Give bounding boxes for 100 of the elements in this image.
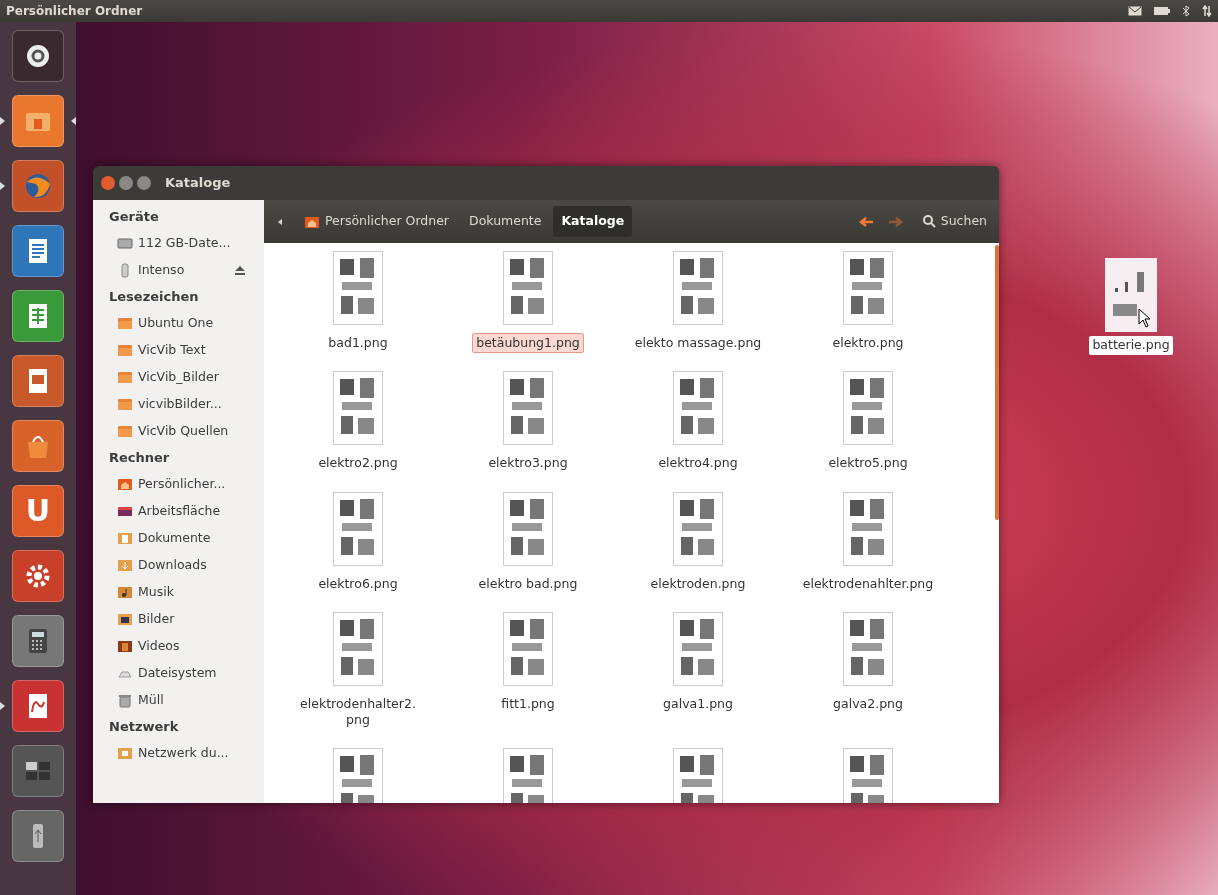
file-item[interactable]: elektro bad.png — [443, 491, 613, 594]
file-name: galva2.png — [832, 694, 904, 713]
sidebar-item[interactable]: Dokumente — [109, 525, 264, 552]
running-indicator-icon — [0, 182, 5, 190]
sidebar-item[interactable]: Downloads — [109, 552, 264, 579]
file-name: elektro5.png — [827, 454, 909, 473]
file-name: elektroden.png — [649, 574, 747, 593]
launcher-button[interactable] — [12, 550, 64, 602]
file-name: elekto massage.png — [633, 334, 763, 352]
music-folder-icon — [117, 585, 133, 600]
file-item[interactable]: elektrodenahlter.png — [783, 491, 953, 594]
logo-icon — [24, 42, 52, 70]
videos-folder-icon — [117, 639, 133, 654]
file-name: batterie.png — [1089, 336, 1173, 355]
launcher-button[interactable] — [12, 680, 64, 732]
sidebar-item[interactable]: Netzwerk du... — [109, 740, 264, 767]
breadcrumb-button[interactable]: Persönlicher Ordner — [296, 206, 457, 237]
folder-icon — [117, 343, 133, 358]
window-title: Kataloge — [165, 174, 231, 193]
file-name: elektrodenahlter.png — [801, 574, 935, 593]
search-button[interactable]: Suchen — [914, 206, 995, 237]
folder-icon — [117, 397, 133, 412]
file-item[interactable]: elekto massage.png — [613, 251, 783, 354]
downloads-folder-icon — [117, 558, 133, 573]
mail-icon[interactable] — [1128, 6, 1142, 16]
sidebar-item[interactable]: VicVib_Bilder — [109, 364, 264, 391]
file-item[interactable]: elektro5.png — [783, 371, 953, 474]
running-indicator-icon — [0, 702, 5, 710]
file-name: elektrodenhalter2.png — [299, 694, 417, 729]
file-item[interactable]: galva2.png — [783, 611, 953, 714]
file-item[interactable]: galva1.png — [613, 611, 783, 714]
sidebar-item[interactable]: Videos — [109, 633, 264, 660]
file-name: betäubung1.png — [472, 333, 584, 354]
scroll-left-icon[interactable] — [276, 217, 284, 226]
drive-icon — [117, 236, 133, 251]
sidebar-heading: Lesezeichen — [109, 288, 200, 307]
file-item[interactable]: elektroden.png — [613, 491, 783, 594]
home-folder-icon — [117, 477, 133, 492]
documents-folder-icon — [117, 531, 133, 546]
mouse-cursor-icon — [1138, 308, 1152, 328]
file-item[interactable]: elektro2.png — [273, 371, 443, 474]
sidebar-item[interactable]: Dateisystem — [109, 660, 264, 687]
eject-icon[interactable] — [234, 265, 246, 276]
desktop-folder-icon — [117, 504, 133, 519]
sidebar-heading: Netzwerk — [109, 718, 180, 737]
file-name: elektro6.png — [317, 574, 399, 593]
sidebar-item[interactable]: Intenso — [109, 257, 264, 284]
sidebar-item[interactable]: 112 GB-Date... — [109, 230, 264, 257]
network-folder-icon — [117, 746, 133, 761]
sidebar-heading: Geräte — [109, 208, 160, 227]
gear-icon — [24, 562, 52, 590]
file-name: fitt1.png — [500, 694, 556, 713]
scrollbar[interactable] — [995, 245, 999, 520]
launcher-button[interactable] — [12, 30, 64, 82]
close-button[interactable] — [101, 176, 115, 190]
running-indicator-icon — [0, 117, 5, 125]
sidebar-item[interactable]: VicVib Quellen — [109, 418, 264, 445]
search-icon — [922, 215, 936, 228]
home-folder-icon — [304, 214, 320, 229]
file-name: elektro4.png — [657, 454, 739, 473]
folder-icon — [117, 370, 133, 385]
file-item[interactable]: elektrodenhalter2.png — [273, 611, 443, 731]
file-item[interactable]: elektro3.png — [443, 371, 613, 474]
sidebar-item[interactable]: Bilder — [109, 606, 264, 633]
sidebar-item[interactable]: VicVib Text — [109, 337, 264, 364]
launcher-button[interactable]: U — [12, 485, 64, 537]
maximize-button[interactable] — [137, 176, 151, 190]
panel-title: Persönlicher Ordner — [6, 3, 143, 20]
launcher-button[interactable] — [12, 615, 64, 667]
file-item[interactable]: betäubung1.png — [443, 251, 613, 354]
back-arrow-icon[interactable] — [858, 215, 875, 228]
folder-icon — [117, 424, 133, 439]
globe-icon — [24, 172, 52, 200]
battery-icon[interactable] — [1154, 7, 1170, 15]
bluetooth-icon[interactable] — [1182, 5, 1190, 17]
file-name: elektro2.png — [317, 454, 399, 473]
breadcrumb-button[interactable]: Kataloge — [553, 206, 633, 237]
sidebar-item[interactable]: Musik — [109, 579, 264, 606]
file-item[interactable]: fitt1.png — [443, 611, 613, 714]
breadcrumb-button[interactable]: Dokumente — [461, 206, 550, 237]
file-item[interactable]: elektro.png — [783, 251, 953, 354]
sidebar-item[interactable]: Persönlicher... — [109, 471, 264, 498]
sidebar-item[interactable]: Arbeitsfläche — [109, 498, 264, 525]
sidebar-item[interactable]: Müll — [109, 687, 264, 714]
trash-icon — [117, 693, 133, 708]
minimize-button[interactable] — [119, 176, 133, 190]
folder-icon — [117, 316, 133, 331]
file-name: elektro.png — [831, 334, 905, 352]
file-name: bad1.png — [327, 334, 389, 352]
file-item[interactable]: bad1.png — [273, 251, 443, 354]
file-name: elektro bad.png — [477, 574, 579, 593]
launcher-button[interactable] — [12, 745, 64, 797]
network-arrows-icon[interactable] — [1202, 5, 1212, 17]
pictures-folder-icon — [117, 612, 133, 627]
file-item[interactable]: elektro6.png — [273, 491, 443, 594]
file-item[interactable]: elektro4.png — [613, 371, 783, 474]
file-name: galva1.png — [662, 694, 734, 713]
file-name: elektro3.png — [487, 454, 569, 473]
sidebar-item[interactable]: vicvibBilder... — [109, 391, 264, 418]
sidebar-item[interactable]: Ubuntu One — [109, 310, 264, 337]
